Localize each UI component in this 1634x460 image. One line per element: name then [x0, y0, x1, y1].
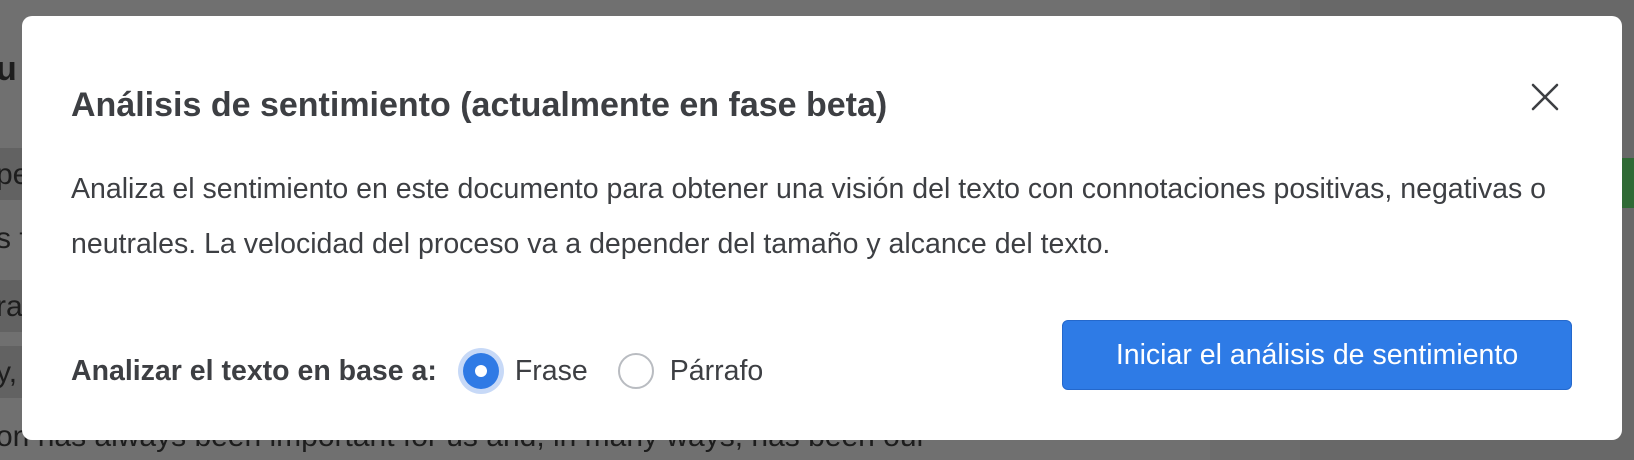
radio-label-parrafo: Párrafo — [669, 354, 764, 387]
radio-frase[interactable] — [462, 353, 499, 389]
close-icon — [1531, 83, 1559, 111]
dialog-title: Análisis de sentimiento (actualmente en … — [71, 86, 888, 124]
radio-option-frase[interactable]: Frase — [462, 353, 588, 389]
dialog-description: Analiza el sentimiento en este documento… — [71, 173, 1547, 260]
background-heading-fragment: u — [0, 50, 17, 88]
radio-parrafo[interactable] — [617, 353, 654, 389]
analysis-mode-label: Analizar el texto en base a: — [71, 354, 437, 387]
start-sentiment-analysis-button[interactable]: Iniciar el análisis de sentimiento — [1062, 320, 1572, 390]
background-text-fragment: y, — [0, 356, 18, 389]
radio-option-parrafo[interactable]: Párrafo — [617, 353, 764, 389]
radio-label-frase: Frase — [514, 354, 588, 387]
analysis-mode-group: Analizar el texto en base a: Frase Párra… — [71, 346, 793, 396]
background-text-fragment: ra — [0, 290, 23, 323]
sentiment-analysis-dialog: Análisis de sentimiento (actualmente en … — [22, 16, 1622, 440]
close-button[interactable] — [1522, 74, 1568, 120]
